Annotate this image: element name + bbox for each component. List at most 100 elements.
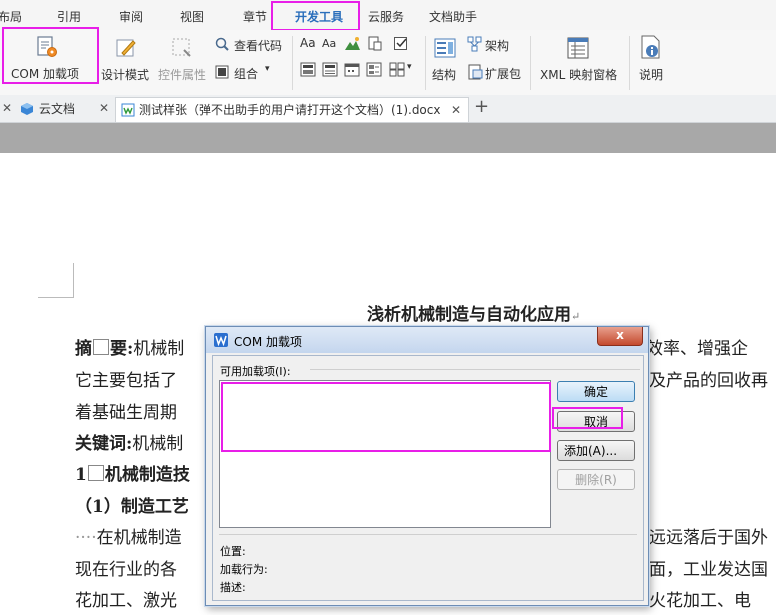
combo-box-icon[interactable]	[300, 62, 316, 77]
xml-mapping-pane-label: XML 映射窗格	[540, 68, 618, 82]
dialog-body: 可用加载项(I): 确定 取消 添加(A)... 删除(R) 位置: 加载行为:…	[212, 355, 644, 601]
date-picker-icon[interactable]	[344, 62, 360, 77]
building-block-icon[interactable]	[367, 36, 382, 51]
close-icon[interactable]: ✕	[99, 101, 109, 115]
group-divider	[310, 369, 640, 370]
form-controls-row: ▾	[300, 62, 420, 82]
info-document-icon	[641, 35, 660, 59]
legacy-tools-icon[interactable]	[389, 62, 405, 77]
help-label: 说明	[639, 68, 664, 82]
combine-dropdown-arrow: ▾	[265, 64, 270, 74]
view-code-button[interactable]: 查看代码	[214, 34, 286, 54]
tab-cloud-docs-label: 云文档	[39, 102, 76, 116]
help-button[interactable]: 说明	[634, 30, 668, 86]
cancel-button[interactable]: 取消	[557, 411, 635, 432]
tab-review[interactable]: 审阅	[119, 0, 143, 30]
combine-label: 组合	[234, 67, 259, 81]
body-line: 它主要包括了	[75, 371, 177, 391]
dropdown-list-icon[interactable]	[322, 62, 338, 77]
close-icon: x	[616, 328, 624, 342]
paragraph-line-tail: 面，工业发达国	[649, 560, 768, 580]
keywords-line: 关键词:机械制	[75, 434, 184, 454]
control-properties-button[interactable]: 控件属性	[157, 30, 209, 86]
architecture-button[interactable]: 架构	[467, 34, 527, 54]
close-icon[interactable]: ✕	[2, 101, 12, 115]
new-tab-button[interactable]: +	[474, 96, 489, 117]
structure-icon	[434, 38, 456, 58]
abstract-line: 摘要:机械制	[75, 339, 185, 359]
expansion-pack-label: 扩展包	[485, 67, 522, 81]
combine-icon	[215, 65, 229, 79]
paragraph-line: 花加工、激光	[75, 591, 177, 611]
tab-developer[interactable]: 开发工具	[295, 0, 343, 30]
page-margin-marker	[38, 263, 74, 298]
design-mode-button[interactable]: 设计模式	[100, 30, 152, 86]
legacy-tools-dropdown-arrow[interactable]: ▾	[407, 62, 412, 72]
ribbon-separator	[292, 36, 293, 90]
structure-button[interactable]: 结构	[430, 30, 462, 86]
picture-control-icon[interactable]	[344, 36, 361, 51]
ok-button[interactable]: 确定	[557, 381, 635, 402]
menu-bar: 布局 引用 审阅 视图 章节 开发工具 云服务 文档助手	[0, 0, 776, 30]
tab-cloud-docs[interactable]: 云文档	[18, 97, 104, 121]
com-addins-label: COM 加载项	[11, 67, 79, 81]
ribbon-separator	[425, 36, 426, 90]
tab-references[interactable]: 引用	[57, 0, 81, 30]
tab-layout[interactable]: 布局	[0, 0, 22, 30]
wps-writer-icon	[214, 333, 228, 347]
ribbon-separator	[530, 36, 531, 90]
close-icon[interactable]: ✕	[451, 98, 461, 122]
xml-mapping-icon	[567, 37, 589, 59]
repeating-section-icon[interactable]	[366, 62, 382, 77]
ribbon-toolbar: COM 加载项 设计模式 控件属性 查看代码 组合 ▾ Aa Aa ▾ 结构 架…	[0, 27, 776, 96]
body-line-tail: 及产品的回收再	[649, 371, 768, 391]
combine-button[interactable]: 组合 ▾	[214, 62, 286, 82]
com-addins-dialog: COM 加载项 x 可用加载项(I): 确定 取消 添加(A)... 删除(R)…	[205, 326, 649, 606]
tab-chapter[interactable]: 章节	[243, 0, 267, 30]
ribbon-separator	[629, 36, 630, 90]
document-title: 浅析机械制造与自动化应用↵	[367, 305, 581, 325]
expansion-pack-button[interactable]: 扩展包	[467, 62, 527, 82]
expansion-pack-icon	[468, 64, 483, 80]
tab-view[interactable]: 视图	[180, 0, 204, 30]
design-mode-icon	[116, 39, 136, 57]
rich-text-control-icon[interactable]: Aa	[300, 36, 316, 50]
tab-active-document[interactable]: 测试样张（弹不出助手的用户请打开这个文档）(1).docx ✕	[115, 97, 469, 122]
info-divider	[219, 534, 637, 535]
word-doc-icon	[121, 103, 135, 117]
available-addins-label: 可用加载项(I):	[220, 365, 291, 378]
cloud-cube-icon	[21, 103, 33, 115]
body-line: 着基础生周期	[75, 403, 177, 423]
subheading: （1）制造工艺	[75, 497, 189, 517]
add-button[interactable]: 添加(A)...	[557, 440, 635, 461]
control-properties-icon	[172, 38, 191, 57]
document-top-shade	[0, 123, 776, 153]
tab-cloud-service[interactable]: 云服务	[368, 0, 404, 30]
paragraph-line-tail: 火花加工、电	[649, 591, 751, 611]
plain-text-control-icon[interactable]: Aa	[322, 37, 336, 50]
description-label: 描述:	[220, 581, 246, 594]
dialog-title: COM 加载项	[234, 335, 302, 349]
remove-button: 删除(R)	[557, 469, 635, 490]
tab-active-document-label: 测试样张（弹不出助手的用户请打开这个文档）(1).docx	[139, 103, 441, 117]
checkbox-control-icon[interactable]	[393, 36, 408, 51]
dialog-titlebar[interactable]: COM 加载项 x	[206, 327, 648, 353]
heading-1: 1 机械制造技	[75, 465, 190, 485]
view-code-label: 查看代码	[234, 39, 283, 53]
control-properties-label: 控件属性	[158, 68, 207, 82]
paragraph-line-tail: 远远落后于国外	[649, 528, 768, 548]
structure-label: 结构	[432, 68, 457, 82]
document-tab-bar: ✕ 云文档 ✕ 测试样张（弹不出助手的用户请打开这个文档）(1).docx ✕ …	[0, 95, 776, 123]
architecture-icon	[467, 36, 482, 52]
addins-listbox[interactable]	[219, 380, 551, 528]
view-code-icon	[215, 37, 229, 51]
close-button[interactable]: x	[597, 327, 643, 346]
location-label: 位置:	[220, 545, 246, 558]
paragraph-line: ····在机械制造	[75, 528, 182, 548]
com-addin-icon	[37, 36, 57, 57]
architecture-label: 架构	[485, 39, 510, 53]
load-behavior-label: 加载行为:	[220, 563, 268, 576]
com-addins-button[interactable]: COM 加载项	[3, 30, 98, 86]
xml-mapping-pane-button[interactable]: XML 映射窗格	[536, 30, 624, 86]
tab-doc-assistant[interactable]: 文档助手	[429, 0, 477, 30]
